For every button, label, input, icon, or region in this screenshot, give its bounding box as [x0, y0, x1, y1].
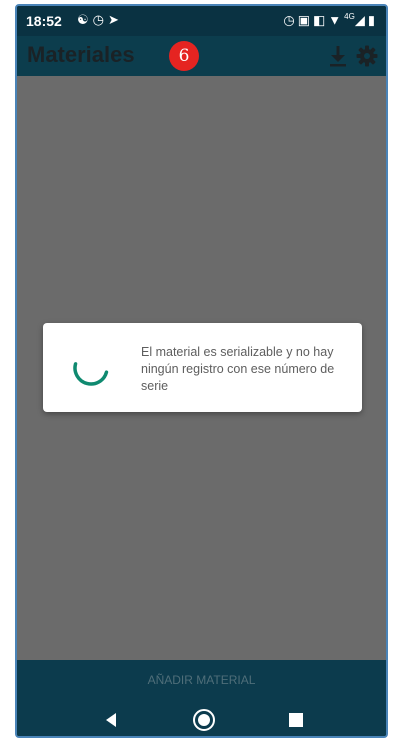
status-bar: 18:52 ☯◷➤ ◷▣◧▼4G◢▮ [17, 6, 386, 36]
bottom-bar: AÑADIR MATERIAL [17, 660, 386, 700]
recents-icon[interactable] [284, 708, 308, 732]
dialog-message: El material es serializable y no hay nin… [141, 345, 335, 393]
alarm-icon: ◷ [283, 12, 298, 28]
page-title: Materiales [27, 42, 135, 67]
add-material-button[interactable]: AÑADIR MATERIAL [17, 660, 386, 700]
progress-dialog: El material es serializable y no hay nin… [43, 323, 362, 412]
navigation-bar [17, 700, 386, 736]
gear-icon[interactable] [356, 45, 378, 67]
wifi-icon: ▼ [328, 12, 345, 28]
step-badge: 6 [169, 41, 199, 71]
alarm-icon: ◷ [92, 12, 108, 27]
signal-icon: ◢ [354, 12, 368, 28]
content-overlay: El material es serializable y no hay nin… [17, 76, 386, 660]
status-right-icons: ◷▣◧▼4G◢▮ [283, 12, 378, 28]
download-icon[interactable] [328, 45, 348, 67]
phone-screen: 18:52 ☯◷➤ ◷▣◧▼4G◢▮ Materiales 6 El mater… [15, 4, 388, 738]
loading-spinner-icon [73, 362, 109, 386]
app-bar: Materiales 6 [17, 36, 386, 76]
back-icon[interactable] [99, 708, 123, 732]
send-icon: ➤ [108, 12, 123, 27]
nfc-icon: ▣ [297, 12, 313, 28]
status-time: 18:52 [26, 13, 62, 29]
people-icon: ☯ [77, 12, 93, 27]
network-label: 4G [344, 12, 355, 21]
vibrate-icon: ◧ [313, 12, 329, 28]
battery-icon: ▮ [367, 12, 378, 28]
home-icon[interactable] [192, 708, 216, 732]
status-left-icons: ☯◷➤ [77, 12, 123, 28]
